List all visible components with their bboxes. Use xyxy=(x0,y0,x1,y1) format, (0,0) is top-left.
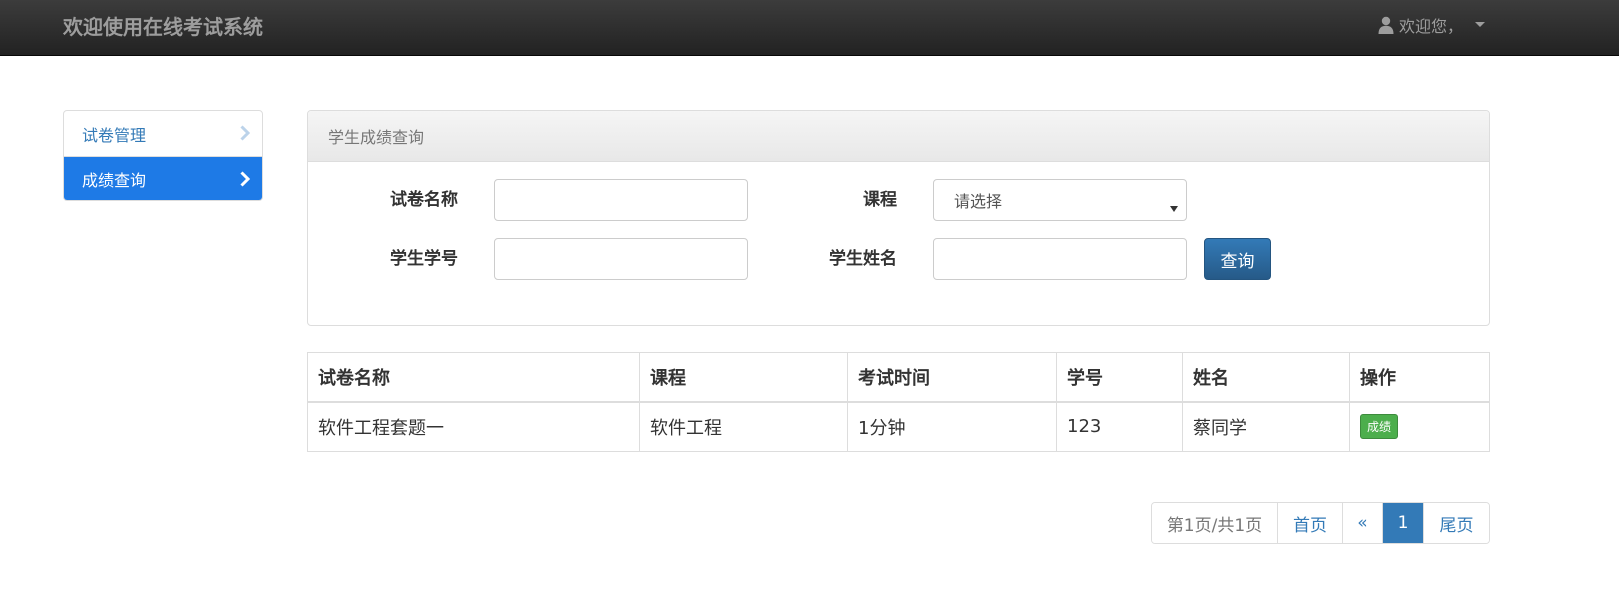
exam-name-label: 试卷名称 xyxy=(390,190,458,210)
student-id-input[interactable] xyxy=(494,238,748,280)
chevron-right-icon xyxy=(240,171,251,191)
cell-course: 软件工程 xyxy=(639,401,848,452)
course-label: 课程 xyxy=(863,190,897,210)
last-page-link[interactable]: 尾页 xyxy=(1423,503,1489,543)
prev-page-link[interactable]: « xyxy=(1342,503,1382,543)
cell-action: 成绩 xyxy=(1349,401,1490,452)
student-name-input[interactable] xyxy=(933,238,1187,280)
cell-exam-name: 软件工程套题一 xyxy=(307,401,640,452)
column-header-exam-time: 考试时间 xyxy=(847,352,1057,403)
top-navbar: 欢迎使用在线考试系统 欢迎您， xyxy=(0,0,1619,56)
panel-title: 学生成绩查询 xyxy=(308,111,1489,162)
column-header-student-id: 学号 xyxy=(1056,352,1183,403)
table-row: 软件工程套题一 软件工程 1分钟 123 蔡同学 成绩 xyxy=(307,401,1490,452)
cell-student-id: 123 xyxy=(1056,401,1183,452)
course-select-value: 请选择 xyxy=(954,192,1003,211)
student-name-label: 学生姓名 xyxy=(829,249,897,269)
sidebar-nav: 试卷管理 成绩查询 xyxy=(63,110,263,201)
column-header-exam-name: 试卷名称 xyxy=(307,352,640,403)
user-menu-dropdown[interactable]: 欢迎您， xyxy=(1378,12,1486,38)
query-button[interactable]: 查询 xyxy=(1204,238,1271,280)
caret-down-icon xyxy=(1475,22,1486,28)
column-header-action: 操作 xyxy=(1349,352,1490,403)
app-brand[interactable]: 欢迎使用在线考试系统 xyxy=(63,11,263,40)
exam-name-input[interactable] xyxy=(494,179,748,221)
page-info: 第1页/共1页 xyxy=(1152,503,1277,543)
student-id-label: 学生学号 xyxy=(390,249,458,269)
table-header-row: 试卷名称 课程 考试时间 学号 姓名 操作 xyxy=(307,352,1490,403)
results-table: 试卷名称 课程 考试时间 学号 姓名 操作 软件工程套题一 软件工程 1分钟 1… xyxy=(307,352,1490,452)
cell-exam-time: 1分钟 xyxy=(847,401,1057,452)
user-greeting: 欢迎您， xyxy=(1399,17,1464,36)
first-page-link[interactable]: 首页 xyxy=(1277,503,1342,543)
cell-student-name: 蔡同学 xyxy=(1182,401,1350,452)
sidebar-item-label: 试卷管理 xyxy=(82,125,147,145)
search-panel: 学生成绩查询 试卷名称 课程 请选择 学生学号 学生姓名 查询 xyxy=(307,110,1490,326)
sidebar-item-score-query[interactable]: 成绩查询 xyxy=(64,156,262,200)
sidebar-item-label: 成绩查询 xyxy=(82,171,147,190)
current-page[interactable]: 1 xyxy=(1382,503,1423,543)
course-select[interactable]: 请选择 xyxy=(933,179,1187,221)
pagination: 第1页/共1页 首页 « 1 尾页 xyxy=(1151,502,1490,544)
chevron-right-icon xyxy=(240,125,251,145)
select-arrow-icon xyxy=(1170,197,1178,216)
column-header-course: 课程 xyxy=(639,352,848,403)
user-icon xyxy=(1378,16,1394,34)
column-header-student-name: 姓名 xyxy=(1182,352,1350,403)
score-button[interactable]: 成绩 xyxy=(1360,414,1399,440)
sidebar-item-exam-management[interactable]: 试卷管理 xyxy=(64,111,262,156)
